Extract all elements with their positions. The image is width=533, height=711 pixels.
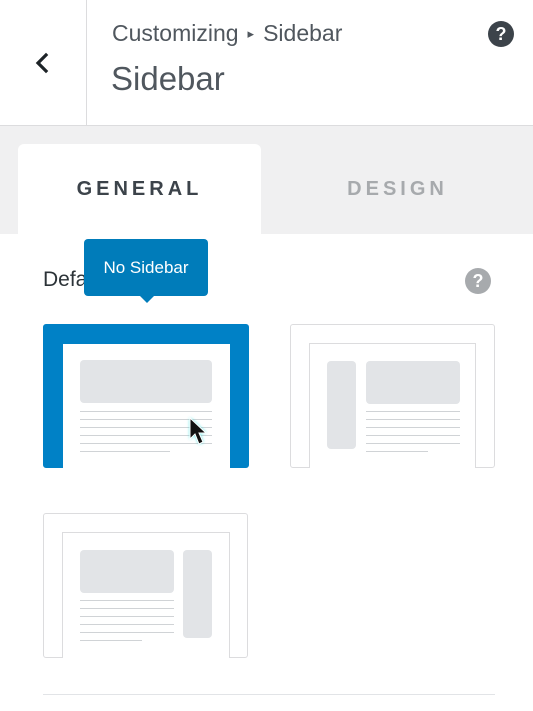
text-line xyxy=(366,435,460,436)
text-line xyxy=(80,640,142,641)
text-line xyxy=(80,624,174,625)
tab-design[interactable]: DESIGN xyxy=(275,144,520,234)
layout-option-no-sidebar[interactable] xyxy=(43,324,249,469)
text-line xyxy=(80,451,170,452)
layout-preview xyxy=(62,532,230,658)
text-line xyxy=(80,616,174,617)
sidebar-block xyxy=(183,550,212,638)
tab-general[interactable]: GENERAL xyxy=(18,144,261,234)
text-line xyxy=(80,411,212,412)
text-line xyxy=(80,435,212,436)
text-line xyxy=(80,419,212,420)
page-title: Sidebar xyxy=(111,60,225,97)
tooltip: No Sidebar xyxy=(84,239,208,303)
section-divider xyxy=(43,694,495,695)
text-line xyxy=(366,451,428,452)
breadcrumb-current: Sidebar xyxy=(263,20,343,46)
question-mark-icon[interactable]: ? xyxy=(465,268,491,294)
text-line xyxy=(366,427,460,428)
text-line xyxy=(80,632,174,633)
text-line xyxy=(80,600,174,601)
text-line xyxy=(366,419,460,420)
text-line xyxy=(366,443,460,444)
sidebar-block xyxy=(327,361,356,449)
content-block xyxy=(80,360,212,403)
text-line xyxy=(80,427,212,428)
layout-option-right-sidebar[interactable] xyxy=(43,513,248,658)
back-button[interactable] xyxy=(0,0,87,125)
text-line xyxy=(80,443,212,444)
content-block xyxy=(80,550,174,593)
text-line xyxy=(366,411,460,412)
customizer-header: Customizing ▸ Sidebar Sidebar ? xyxy=(0,0,533,126)
content-block xyxy=(366,361,460,404)
layout-option-left-sidebar[interactable] xyxy=(290,324,495,468)
text-line xyxy=(80,608,174,609)
breadcrumb-separator: ▸ xyxy=(247,26,255,41)
chevron-left-icon xyxy=(35,52,49,73)
layout-preview xyxy=(63,344,230,469)
layout-preview xyxy=(309,343,476,468)
breadcrumb: Customizing ▸ Sidebar xyxy=(112,20,342,47)
breadcrumb-parent: Customizing xyxy=(112,20,239,46)
question-mark-icon[interactable]: ? xyxy=(488,21,514,47)
